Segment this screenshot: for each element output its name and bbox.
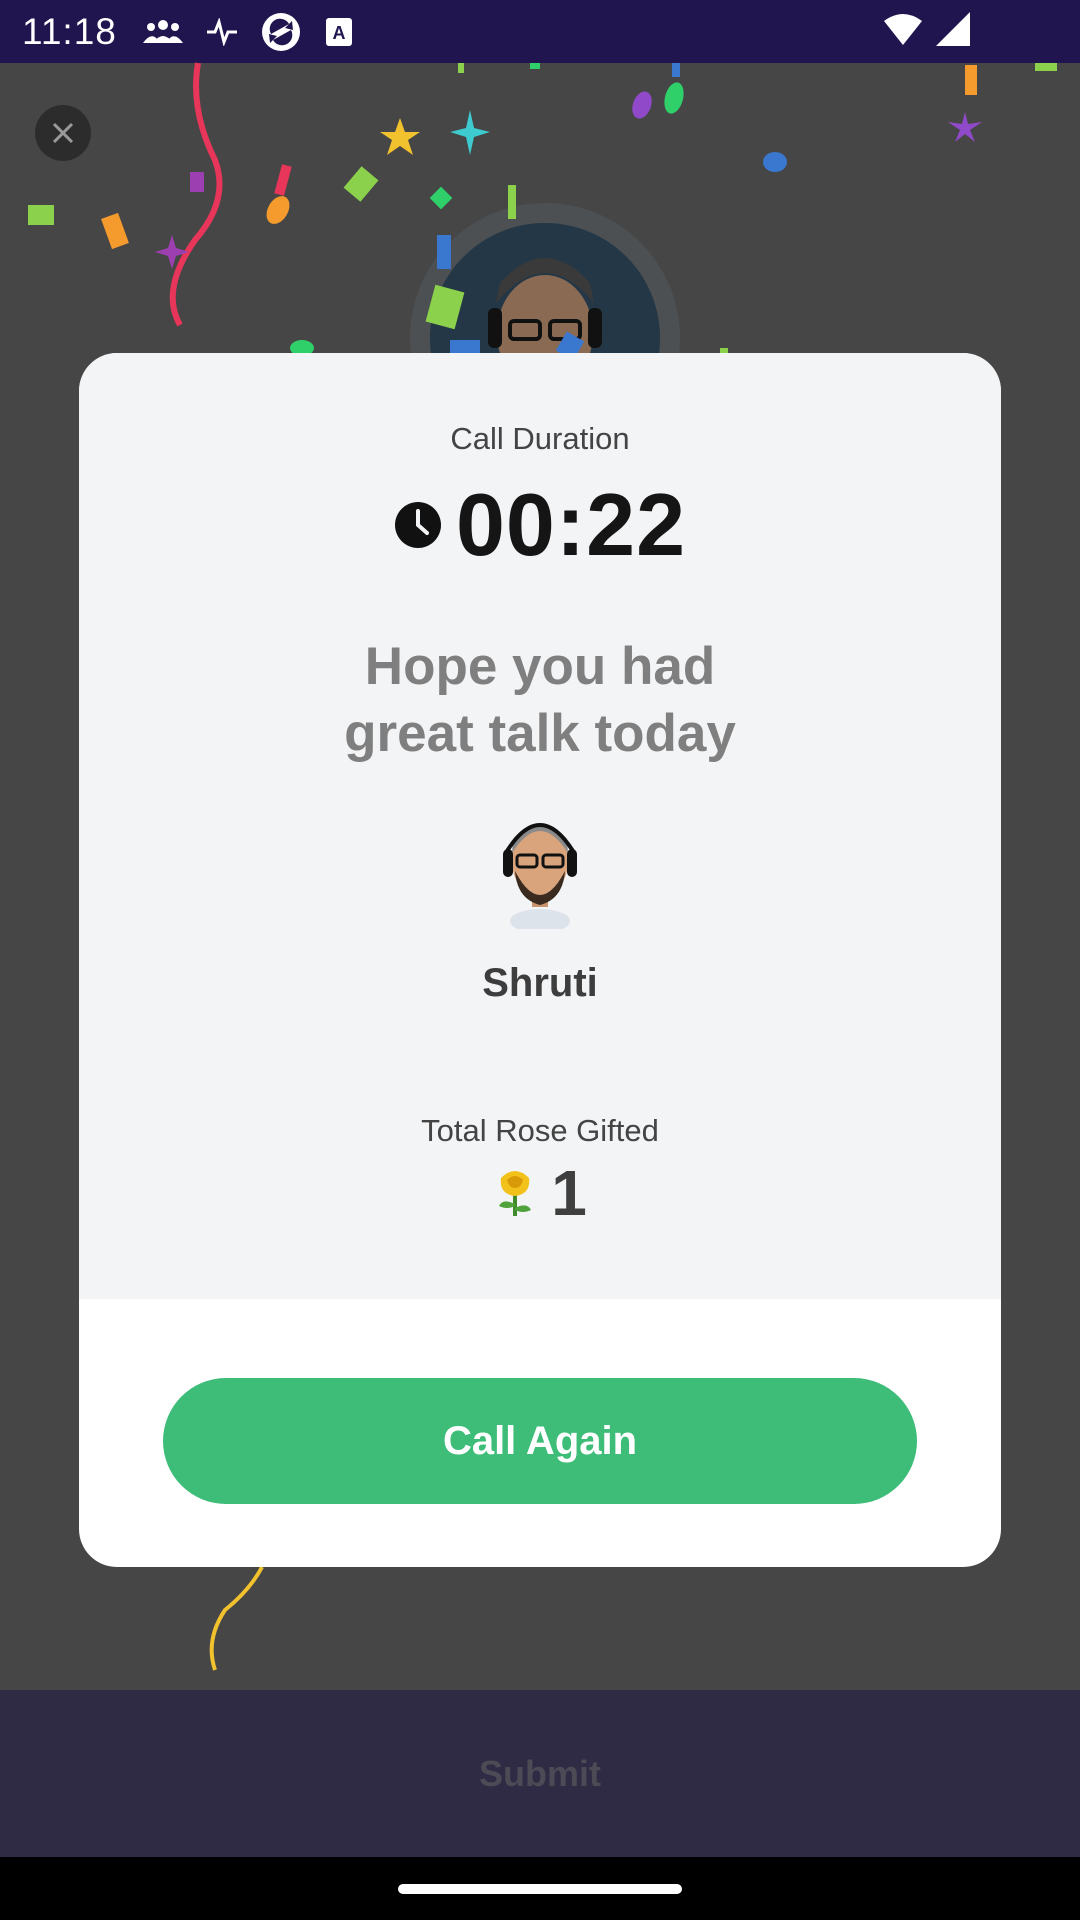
call-summary-panel: Call Duration 00:22 Hope you had great t… (79, 353, 1001, 1299)
status-time: 11:18 (22, 10, 117, 52)
caller-avatar (503, 823, 577, 929)
navigation-bar (0, 1857, 1080, 1920)
rose-gifted-row: 1 (79, 1161, 1001, 1225)
status-system-icons (884, 12, 970, 46)
greeting-message: Hope you had great talk today (79, 633, 1001, 767)
clock-icon (394, 502, 441, 548)
call-duration-value: 00:22 (455, 475, 687, 574)
svg-text:A: A (332, 23, 345, 43)
home-gesture-handle[interactable] (398, 1884, 682, 1894)
rose-gifted-count: 1 (551, 1157, 587, 1229)
wifi-icon (884, 14, 922, 45)
pulse-icon (206, 17, 237, 46)
call-summary-card: Call Duration 00:22 Hope you had great t… (79, 353, 1001, 1567)
submit-button[interactable]: Submit (479, 1753, 601, 1795)
group-icon (142, 19, 183, 43)
text-a-icon: A (325, 17, 352, 46)
status-notification-icons: A (142, 12, 353, 52)
sync-app-icon (261, 12, 300, 51)
greeting-line-2: great talk today (344, 704, 736, 763)
call-again-button[interactable]: Call Again (163, 1378, 917, 1504)
caller-name: Shruti (482, 961, 598, 1005)
submit-bar: Submit (0, 1690, 1080, 1857)
call-duration-row: 00:22 (79, 481, 1001, 569)
greeting-line-1: Hope you had (364, 637, 716, 696)
rose-gifted-label: Total Rose Gifted (421, 1113, 659, 1148)
rose-icon (499, 1171, 532, 1216)
call-duration-label: Call Duration (450, 421, 630, 456)
close-icon (52, 122, 74, 144)
close-button[interactable] (35, 105, 91, 161)
status-bar: 11:18 A (0, 0, 1080, 63)
cellular-icon (936, 12, 970, 46)
